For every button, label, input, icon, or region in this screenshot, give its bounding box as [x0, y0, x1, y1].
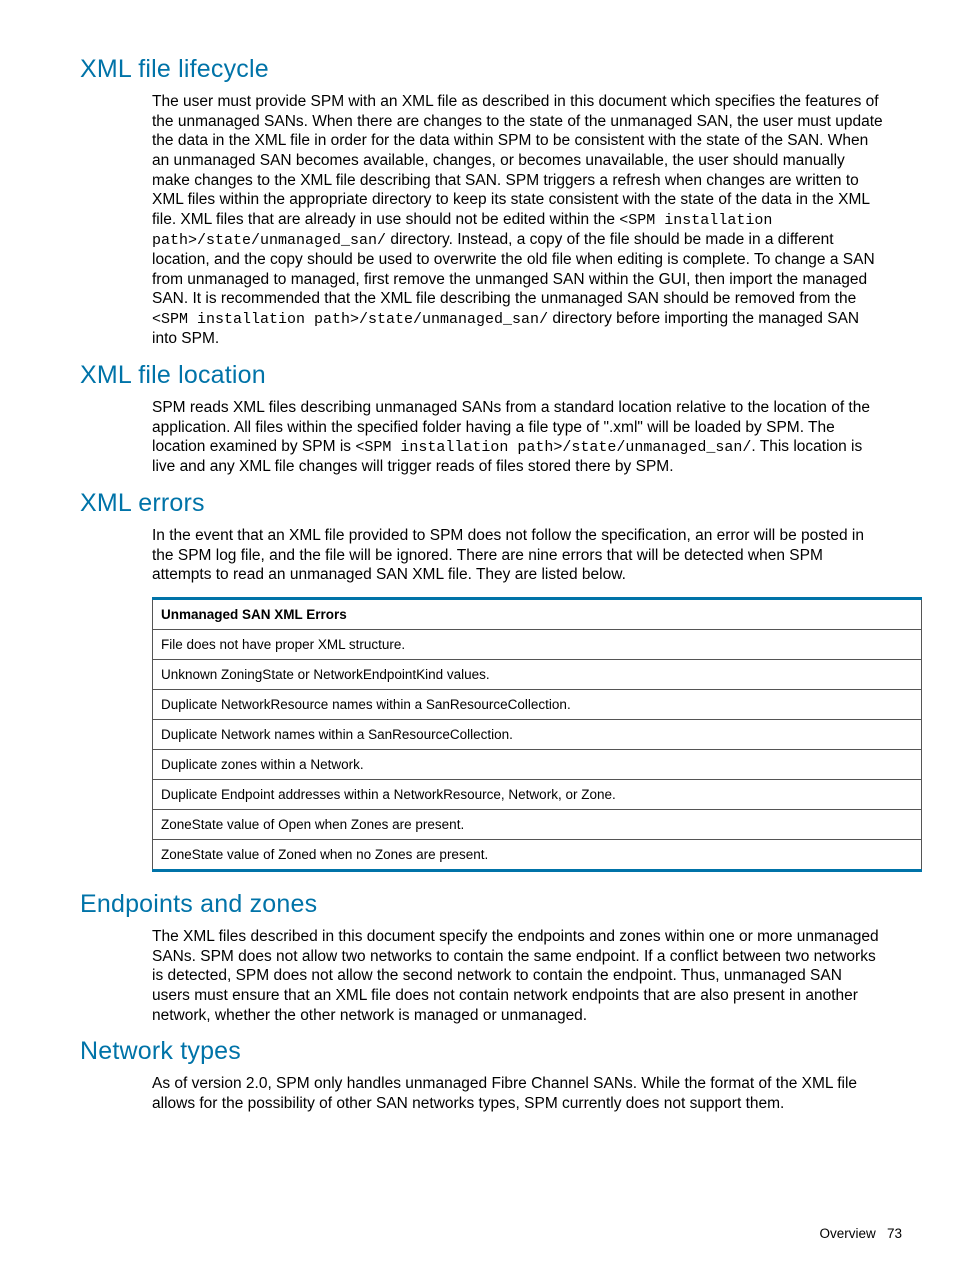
table-row: Duplicate Network names within a SanReso…	[153, 719, 922, 749]
text: The user must provide SPM with an XML fi…	[152, 93, 883, 228]
heading-xml-lifecycle: XML file lifecycle	[80, 55, 904, 84]
table-header: Unmanaged SAN XML Errors	[153, 598, 922, 629]
page-number: 73	[887, 1226, 902, 1241]
table-cell: Duplicate NetworkResource names within a…	[153, 689, 922, 719]
paragraph-network: As of version 2.0, SPM only handles unma…	[152, 1074, 884, 1113]
table-cell: Duplicate Endpoint addresses within a Ne…	[153, 779, 922, 809]
table-row: Unknown ZoningState or NetworkEndpointKi…	[153, 659, 922, 689]
heading-endpoints-zones: Endpoints and zones	[80, 890, 904, 919]
table-row: ZoneState value of Zoned when no Zones a…	[153, 839, 922, 870]
table-row: Duplicate NetworkResource names within a…	[153, 689, 922, 719]
table-row: Duplicate Endpoint addresses within a Ne…	[153, 779, 922, 809]
table-row: Duplicate zones within a Network.	[153, 749, 922, 779]
table-cell: Unknown ZoningState or NetworkEndpointKi…	[153, 659, 922, 689]
table-row: File does not have proper XML structure.	[153, 629, 922, 659]
footer-section-label: Overview	[819, 1226, 875, 1241]
heading-network-types: Network types	[80, 1037, 904, 1066]
paragraph-endpoints: The XML files described in this document…	[152, 927, 884, 1025]
code-path: <SPM installation path>/state/unmanaged_…	[152, 311, 548, 328]
heading-xml-location: XML file location	[80, 361, 904, 390]
table-cell: ZoneState value of Open when Zones are p…	[153, 809, 922, 839]
table-row: ZoneState value of Open when Zones are p…	[153, 809, 922, 839]
heading-xml-errors: XML errors	[80, 489, 904, 518]
table-cell: Duplicate Network names within a SanReso…	[153, 719, 922, 749]
errors-table: Unmanaged SAN XML Errors File does not h…	[152, 597, 922, 872]
table-cell: ZoneState value of Zoned when no Zones a…	[153, 839, 922, 870]
paragraph-errors: In the event that an XML file provided t…	[152, 526, 884, 585]
page-footer: Overview 73	[819, 1226, 902, 1241]
table-cell: File does not have proper XML structure.	[153, 629, 922, 659]
table-cell: Duplicate zones within a Network.	[153, 749, 922, 779]
code-path: <SPM installation path>/state/unmanaged_…	[355, 439, 751, 456]
paragraph-lifecycle: The user must provide SPM with an XML fi…	[152, 92, 884, 349]
paragraph-location: SPM reads XML files describing unmanaged…	[152, 398, 884, 477]
